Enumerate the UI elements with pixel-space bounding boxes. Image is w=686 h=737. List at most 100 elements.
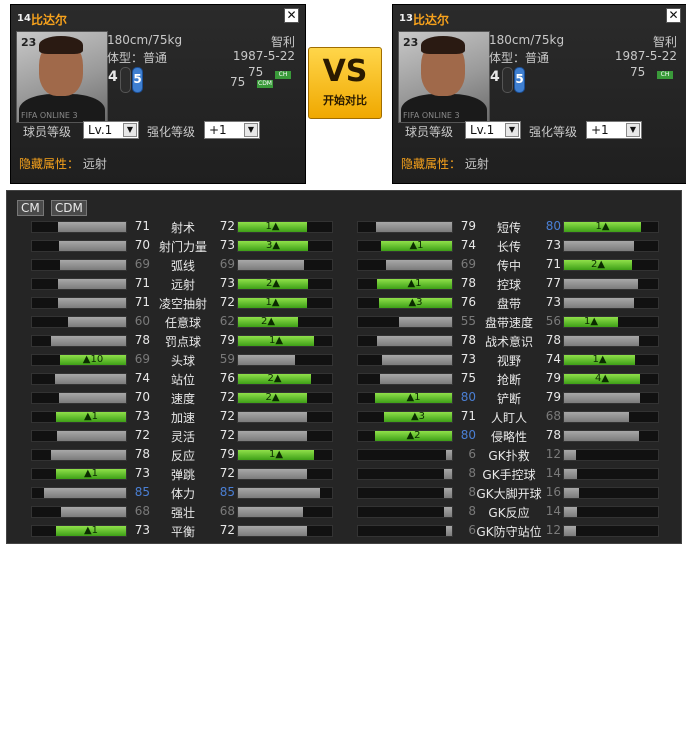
stat-name: 射术 bbox=[170, 221, 195, 235]
stat-row: ▲2 80 侵略性 78 bbox=[333, 426, 659, 445]
stat-bar-fill-better: ▲1 bbox=[56, 412, 126, 422]
stat-row: 69 弧线 69 bbox=[7, 255, 333, 274]
tag-cdm: CDM bbox=[257, 80, 273, 88]
stat-bar-fill bbox=[444, 488, 452, 498]
stat-bar-fill bbox=[376, 222, 452, 232]
stat-name: 反应 bbox=[170, 449, 195, 463]
stat-name: 弧线 bbox=[170, 259, 195, 273]
close-icon[interactable]: ✕ bbox=[666, 8, 681, 23]
stat-name: GK防守站位 bbox=[476, 525, 542, 539]
stat-row: ▲1 73 弹跳 72 bbox=[7, 464, 333, 483]
stat-bar-fill bbox=[446, 450, 452, 460]
card-header: 13 比达尔 ✕ bbox=[393, 5, 686, 31]
enhance-level-select[interactable]: +1 ▼ bbox=[586, 121, 642, 139]
stat-bar-fill bbox=[60, 260, 126, 270]
stat-value-right: 77 bbox=[545, 276, 561, 290]
stat-row: 8 GK手控球 14 bbox=[333, 464, 659, 483]
stat-bar-fill bbox=[382, 355, 452, 365]
stat-name: 头球 bbox=[170, 354, 195, 368]
stat-row: ▲10 69 头球 59 bbox=[7, 350, 333, 369]
stat-row: 6 GK防守站位 12 bbox=[333, 521, 659, 540]
stat-value-right: 12 bbox=[545, 523, 561, 537]
stat-value-right: 72 bbox=[219, 295, 235, 309]
stat-bar-fill-better: ▲3 bbox=[384, 412, 452, 422]
stat-bar-fill bbox=[564, 241, 634, 251]
stat-row: 74 站位 76 2▲ bbox=[7, 369, 333, 388]
stats-comparison-panel: CM CDM 巴豆论坛 ou.tgbus.com 71 射术 72 1▲ 70 射门力量 7… bbox=[6, 190, 682, 737]
player-level-select[interactable]: Lv.1 ▼ bbox=[465, 121, 521, 139]
compare-button[interactable]: VS 开始对比 bbox=[308, 47, 382, 119]
stat-row: 75 抢断 79 4▲ bbox=[333, 369, 659, 388]
photo-watermark: FIFA ONLINE 3 bbox=[403, 111, 460, 120]
card-number: 14 bbox=[17, 13, 31, 24]
stat-bar bbox=[31, 430, 127, 442]
tag-ch: CH bbox=[275, 71, 291, 79]
stat-name: GK手控球 bbox=[482, 468, 536, 482]
stat-bar-fill bbox=[51, 450, 126, 460]
player-card-right: 13 比达尔 ✕ 23 FIFA ONLINE 3 180cm/75kg 智利 … bbox=[392, 4, 686, 184]
stat-row: ▲1 80 铲断 79 bbox=[333, 388, 659, 407]
stat-bar-fill bbox=[58, 279, 126, 289]
stat-bar: 1▲ bbox=[563, 354, 659, 366]
enhance-level-label: 强化等级 bbox=[529, 125, 578, 139]
stat-bar bbox=[31, 506, 127, 518]
stat-name: 铲断 bbox=[496, 392, 521, 406]
stat-bar-fill bbox=[444, 507, 452, 517]
stat-bar bbox=[31, 221, 127, 233]
stat-value-right: 72 bbox=[219, 523, 235, 537]
stat-bar bbox=[563, 335, 659, 347]
stat-name: 灵活 bbox=[170, 430, 195, 444]
card-number: 13 bbox=[399, 13, 413, 24]
player-photo: 23 FIFA ONLINE 3 bbox=[16, 31, 108, 123]
player-name[interactable]: 比达尔 bbox=[413, 11, 449, 28]
stat-bar-fill bbox=[51, 336, 126, 346]
chevron-down-icon[interactable]: ▼ bbox=[244, 123, 258, 137]
stat-name: 速度 bbox=[170, 392, 195, 406]
stat-name: 侵略性 bbox=[490, 430, 527, 444]
stat-ch: 75 bbox=[630, 65, 646, 79]
right-boot-icon: 5 bbox=[514, 67, 525, 93]
stat-value-right: 69 bbox=[219, 257, 235, 271]
stat-bar-fill bbox=[238, 355, 295, 365]
stat-bar-fill-better: 2▲ bbox=[238, 279, 308, 289]
stat-bar bbox=[563, 525, 659, 537]
player-name[interactable]: 比达尔 bbox=[31, 11, 67, 28]
stat-bar: ▲1 bbox=[31, 525, 127, 537]
chevron-down-icon[interactable]: ▼ bbox=[626, 123, 640, 137]
stat-bar bbox=[563, 430, 659, 442]
stat-bar bbox=[357, 259, 453, 271]
stat-bar-fill bbox=[238, 469, 307, 479]
stat-row: ▲1 73 加速 72 bbox=[7, 407, 333, 426]
stat-name: 远射 bbox=[170, 278, 195, 292]
position-tab-cm[interactable]: CM bbox=[17, 200, 44, 216]
stat-bar bbox=[357, 335, 453, 347]
enhance-level-select[interactable]: +1 ▼ bbox=[204, 121, 260, 139]
stat-bar: ▲3 bbox=[357, 297, 453, 309]
stat-row: 70 射门力量 73 3▲ bbox=[7, 236, 333, 255]
chevron-down-icon[interactable]: ▼ bbox=[123, 123, 137, 137]
stat-bar-fill bbox=[564, 298, 634, 308]
stat-bar-fill bbox=[238, 507, 303, 517]
stat-bar-fill bbox=[238, 412, 307, 422]
position-tab-cdm[interactable]: CDM bbox=[50, 200, 87, 216]
chevron-down-icon[interactable]: ▼ bbox=[505, 123, 519, 137]
stat-bar-fill-better: 1▲ bbox=[564, 355, 635, 365]
stat-bar-fill-better: 2▲ bbox=[238, 393, 307, 403]
player-level-value: Lv.1 bbox=[88, 123, 113, 137]
position-tabs: CM CDM bbox=[17, 197, 89, 216]
stat-bar-fill bbox=[564, 488, 579, 498]
stat-bar bbox=[563, 392, 659, 404]
stat-row: 69 传中 71 2▲ bbox=[333, 255, 659, 274]
stat-name: GK扑救 bbox=[488, 449, 530, 463]
stat-row: 60 任意球 62 2▲ bbox=[7, 312, 333, 331]
stat-bar bbox=[563, 449, 659, 461]
stat-value-right: 79 bbox=[545, 371, 561, 385]
stat-bar: ▲2 bbox=[357, 430, 453, 442]
player-level-select[interactable]: Lv.1 ▼ bbox=[83, 121, 139, 139]
close-icon[interactable]: ✕ bbox=[284, 8, 299, 23]
stat-bar-fill bbox=[68, 317, 126, 327]
stat-value-right: 71 bbox=[545, 257, 561, 271]
stat-value-right: 78 bbox=[545, 428, 561, 442]
stat-value-right: 72 bbox=[219, 390, 235, 404]
stat-bar bbox=[31, 487, 127, 499]
